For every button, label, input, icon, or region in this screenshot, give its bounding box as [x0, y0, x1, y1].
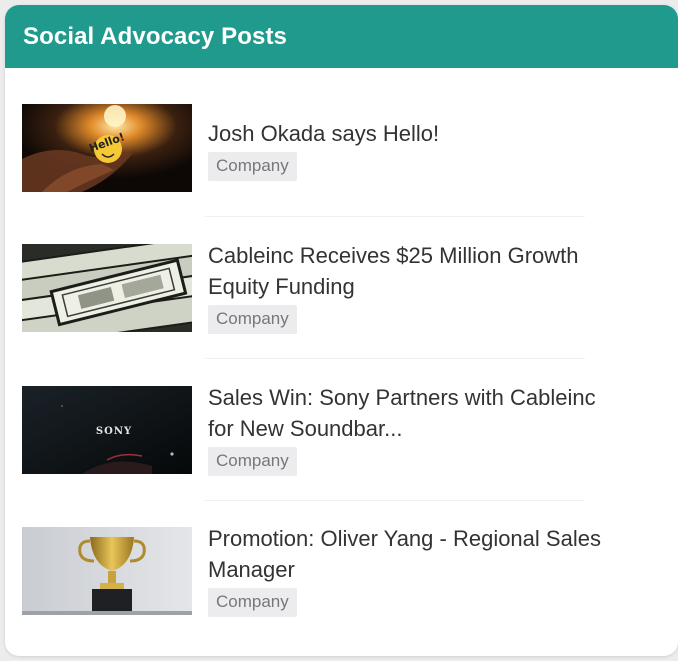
post-tag: Company: [208, 447, 297, 476]
sony-logo-image: SONY: [22, 386, 192, 474]
money-bills-image: [22, 244, 192, 332]
post-title[interactable]: Josh Okada says Hello!: [208, 118, 608, 149]
hello-match-image: Hello!: [22, 104, 192, 192]
post-tag: Company: [208, 152, 297, 181]
post-thumbnail[interactable]: Hello!: [22, 104, 192, 192]
post-title[interactable]: Sales Win: Sony Partners with Cableinc f…: [208, 382, 608, 444]
post-title[interactable]: Cableinc Receives $25 Million Growth Equ…: [208, 240, 608, 302]
divider: [205, 358, 585, 359]
post-info: Cableinc Receives $25 Million Growth Equ…: [208, 243, 608, 334]
post-thumbnail[interactable]: [22, 244, 192, 332]
card-header: Social Advocacy Posts: [5, 5, 678, 68]
post-info: Promotion: Oliver Yang - Regional Sales …: [208, 526, 608, 617]
post-tag: Company: [208, 305, 297, 334]
trophy-image: [22, 527, 192, 615]
post-info: Sales Win: Sony Partners with Cableinc f…: [208, 385, 608, 476]
post-tag: Company: [208, 588, 297, 617]
post-info: Josh Okada says Hello! Company: [208, 104, 608, 181]
sony-logo-text: SONY: [96, 426, 132, 437]
divider: [205, 500, 585, 501]
divider: [205, 216, 585, 217]
post-thumbnail[interactable]: [22, 527, 192, 615]
post-title[interactable]: Promotion: Oliver Yang - Regional Sales …: [208, 523, 608, 585]
card-title: Social Advocacy Posts: [23, 22, 287, 50]
social-advocacy-card: Social Advocacy Posts Hello! Josh Okada …: [5, 5, 678, 656]
post-thumbnail[interactable]: SONY: [22, 386, 192, 474]
